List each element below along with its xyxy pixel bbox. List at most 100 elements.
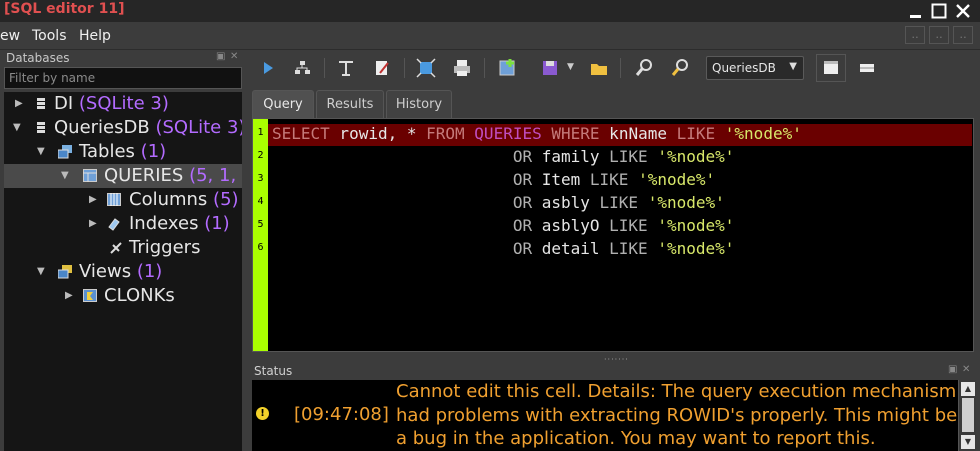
close-icon [956,4,970,18]
tree-item-count: (1) [204,213,230,234]
explain-plan-icon[interactable] [292,58,312,78]
line-number: 3 [257,173,264,184]
tree-item-tables[interactable]: Tables (1) [79,141,166,165]
title-bar: [SQL editor 11] [0,0,980,22]
code-line: OR asbly LIKE '%node%' [512,193,725,212]
collapse-arrow-icon[interactable]: ▼ [13,122,21,133]
expand-arrow-icon[interactable]: ▶ [15,98,23,109]
tree-item-indexes[interactable]: Indexes (1) [129,213,230,237]
find-icon[interactable] [634,58,654,78]
toggle-results-below-button[interactable] [852,54,882,82]
line-number: 5 [257,219,264,230]
views-icon [58,265,72,279]
tab-layout-icon [824,61,838,74]
database-select-value: QueriesDB [712,61,776,75]
tab-query[interactable]: Query [252,90,314,118]
menu-tools[interactable]: Tools [32,28,67,44]
minimize-icon [910,15,921,18]
scrollbar-thumb[interactable] [962,398,974,432]
collapse-arrow-icon[interactable]: ▼ [37,266,45,277]
tree-item-di[interactable]: DI (SQLite 3) [54,93,169,117]
minimize-button[interactable] [906,1,926,21]
expand-arrow-icon[interactable]: ▶ [65,290,73,301]
toolbar-separator [484,58,485,78]
find-next-icon[interactable] [670,58,690,78]
tree-item-views[interactable]: Views (1) [79,261,162,285]
status-scrollbar[interactable]: ▲ ▼ [958,380,976,451]
warning-icon: ! [256,407,269,420]
line-number: 1 [257,127,264,138]
scroll-down-icon[interactable]: ▼ [961,435,975,449]
mdi-minimize-button[interactable]: ‥ [905,26,925,44]
tree-item-label: DI [54,93,74,114]
tab-history[interactable]: History [386,90,452,118]
mdi-restore-button[interactable]: ‥ [929,26,949,44]
database-tree: ▶ DI (SQLite 3) ▼ QueriesDB (SQLite 3) ▼… [4,92,242,451]
dock-close-icon[interactable]: ✕ [962,364,970,375]
window-title: [SQL editor 11] [4,1,125,17]
dock-float-icon[interactable]: ▣ [216,51,225,62]
database-select[interactable]: QueriesDB ▼ [706,56,804,80]
collapse-arrow-icon[interactable]: ▼ [37,146,45,157]
databases-dock-title: Databases [6,51,70,65]
tree-item-count: (SQLite 3) [155,117,242,138]
filter-input[interactable]: Filter by name [4,67,242,89]
code-line: OR Item LIKE '%node%' [512,170,716,189]
tree-item-queriesdb[interactable]: QueriesDB (SQLite 3) [54,117,242,141]
scroll-up-icon[interactable]: ▲ [961,382,975,396]
toolbar-separator [620,58,621,78]
expand-arrow-icon[interactable]: ▶ [89,194,97,205]
save-dropdown-arrow-icon[interactable]: ▼ [567,62,574,72]
editor-tabs: Query Results History [250,86,980,118]
tree-item-triggers[interactable]: Triggers [129,237,200,261]
split-layout-icon [860,64,874,72]
dock-close-icon[interactable]: ✕ [230,51,238,62]
tree-item-clonks[interactable]: CLONKs [104,285,175,309]
menu-bar: ew Tools Help ‥ ‥ ‥ [0,22,980,50]
maximize-icon [931,3,947,19]
tree-item-queries[interactable]: QUERIES (5, 1, [104,165,236,189]
dock-float-icon[interactable]: ▣ [948,364,957,375]
menu-view[interactable]: ew [0,28,20,44]
view-icon [83,289,97,302]
tree-item-count: (1) [136,261,163,282]
tree-item-count: (1) [140,141,167,162]
expand-arrow-icon[interactable]: ▶ [89,218,97,229]
close-button[interactable] [953,1,973,21]
status-dock-header: Status ▣ ✕ [250,362,980,380]
tree-item-label: Triggers [129,237,201,258]
open-file-icon[interactable] [589,58,609,78]
collapse-arrow-icon[interactable]: ▼ [61,170,69,181]
tree-item-label: CLONKs [104,285,175,306]
tree-item-count: (5, 1, [189,165,237,186]
line-number: 6 [257,242,264,253]
menu-help[interactable]: Help [79,28,111,44]
status-timestamp: [09:47:08] [294,404,389,425]
database-icon [37,98,45,109]
tree-item-count: (5) [213,189,239,210]
print-icon[interactable] [452,58,472,78]
chevron-down-icon: ▼ [789,61,797,72]
status-log: ! [09:47:08] Cannot edit this cell. Deta… [252,380,958,451]
toolbar-separator [324,58,325,78]
execute-query-icon[interactable] [258,58,278,78]
sql-editor[interactable]: 1 2 3 4 5 6 SELECT rowid, * FROM QUERIES… [252,118,974,352]
clear-editor-icon[interactable] [372,58,392,78]
status-message: Cannot edit this cell. Details: The quer… [396,381,958,449]
format-sql-icon[interactable] [336,58,356,78]
status-dock-title: Status [254,364,293,378]
line-number: 4 [257,196,264,207]
columns-icon [107,193,121,206]
toggle-results-tab-button[interactable] [816,54,846,82]
tree-item-label: Views [79,261,132,282]
tab-results[interactable]: Results [316,90,384,118]
code-line: SELECT rowid, * FROM QUERIES WHERE knNam… [272,124,802,143]
create-view-icon[interactable] [498,58,518,78]
mdi-close-button[interactable]: ‥ [953,26,973,44]
database-icon [37,122,45,133]
save-query-icon[interactable] [540,58,560,78]
tree-item-columns[interactable]: Columns (5) [129,189,239,213]
line-number: 2 [257,150,264,161]
maximize-button[interactable] [929,1,949,21]
fit-window-icon[interactable] [416,58,436,78]
